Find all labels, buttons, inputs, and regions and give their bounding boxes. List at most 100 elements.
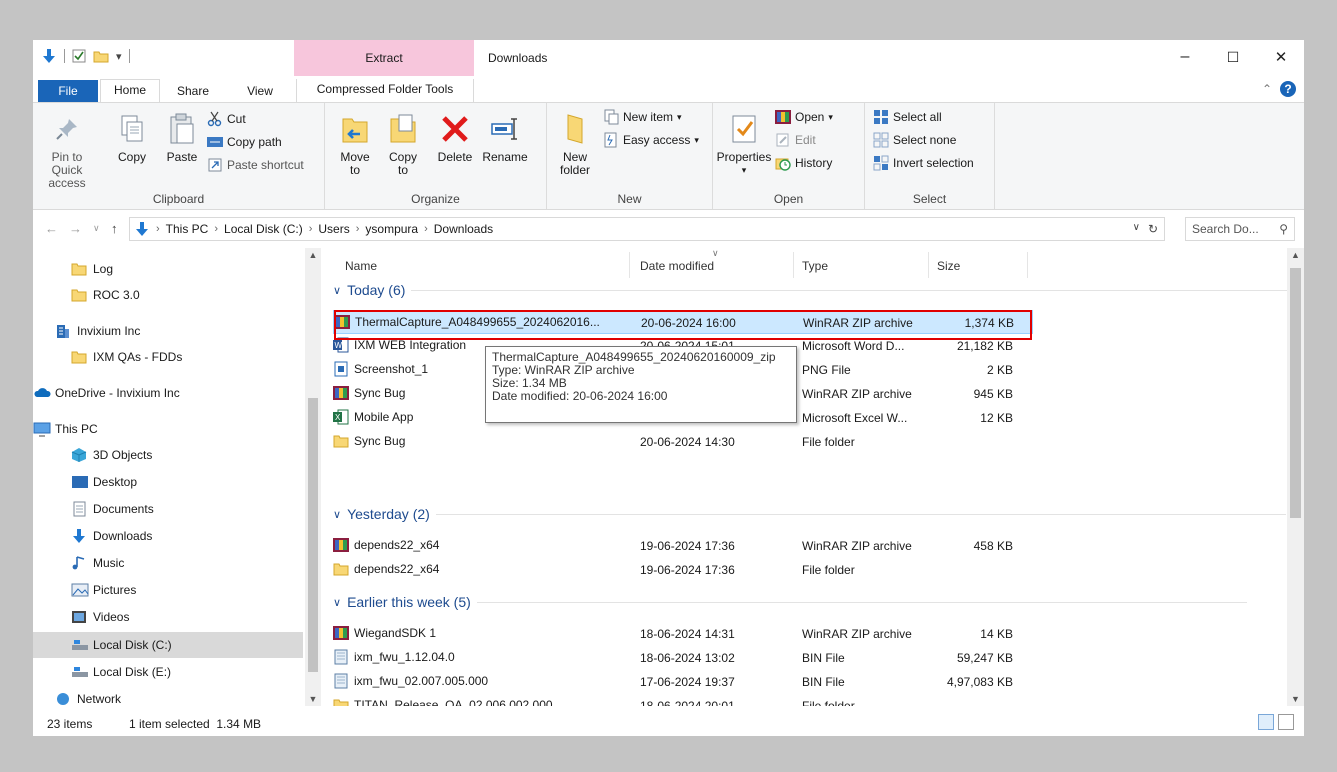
scroll-down-icon[interactable]: ▼ xyxy=(305,694,321,704)
nav-item-local-disk-c[interactable]: Local Disk (C:) xyxy=(33,632,303,658)
edit-button[interactable]: Edit xyxy=(775,132,816,148)
column-type[interactable]: Type xyxy=(802,259,828,273)
file-row[interactable]: Sync Bug 20-06-2024 14:30 File folder xyxy=(333,430,1033,454)
paste-button[interactable]: Paste xyxy=(163,111,201,164)
select-none-button[interactable]: Select none xyxy=(873,132,956,148)
column-name[interactable]: Name xyxy=(345,259,377,273)
nav-item-downloads[interactable]: Downloads xyxy=(33,523,303,549)
delete-x-icon xyxy=(437,111,473,147)
open-chevron-icon: ▾ xyxy=(828,111,833,122)
new-folder-button[interactable]: New folder xyxy=(557,111,593,177)
nav-item-invixium-inc[interactable]: Invixium Inc xyxy=(33,318,303,344)
breadcrumb-users[interactable]: Users xyxy=(318,222,349,236)
scroll-up-icon[interactable]: ▲ xyxy=(1287,250,1304,260)
large-icons-view-button[interactable] xyxy=(1278,714,1294,730)
minimize-button[interactable]: – xyxy=(1171,46,1199,68)
maximize-button[interactable]: ☐ xyxy=(1219,46,1247,68)
group-header[interactable]: ∨ Earlier this week (5) xyxy=(333,594,1247,610)
qat-dropdown-icon[interactable]: ▾ xyxy=(116,50,122,63)
new-item-chevron-icon: ▾ xyxy=(677,111,682,122)
group-header[interactable]: ∨ Yesterday (2) xyxy=(333,506,1286,522)
column-date-modified[interactable]: Date modified xyxy=(640,259,714,273)
column-size[interactable]: Size xyxy=(937,259,960,273)
nav-item-desktop[interactable]: Desktop xyxy=(33,469,303,495)
properties-label: Properties xyxy=(716,150,772,164)
breadcrumb-this-pc[interactable]: This PC xyxy=(166,222,209,236)
move-to-button[interactable]: Move to xyxy=(337,111,373,177)
up-arrow-icon[interactable]: ↑ xyxy=(111,221,118,236)
new-folder-qat-icon[interactable] xyxy=(93,49,109,63)
nav-pane-scroll-thumb[interactable] xyxy=(308,398,318,672)
file-type: PNG File xyxy=(802,363,851,377)
nav-item-pictures[interactable]: Pictures xyxy=(33,577,303,603)
group-header[interactable]: ∨ Today (6) xyxy=(333,282,1292,298)
nav-item-onedrive-invixium-inc[interactable]: OneDrive - Invixium Inc xyxy=(33,380,303,406)
nav-item-music[interactable]: Music xyxy=(33,550,303,576)
forward-arrow-icon[interactable]: → xyxy=(69,221,82,236)
checkbox-icon[interactable] xyxy=(72,49,86,63)
nav-item-roc-3-0[interactable]: ROC 3.0 xyxy=(33,282,303,308)
file-row[interactable]: ixm_fwu_1.12.04.0 18-06-2024 13:02 BIN Fil… xyxy=(333,646,1033,670)
address-bar[interactable]: › This PC › Local Disk (C:) › Users › ys… xyxy=(129,217,1165,241)
file-row[interactable]: WiegandSDK 1 18-06-2024 14:31 WinRAR ZIP a… xyxy=(333,622,1033,646)
help-icon[interactable]: ? xyxy=(1280,81,1296,97)
tab-home[interactable]: Home xyxy=(100,79,160,102)
copy-to-button[interactable]: Copy to xyxy=(385,111,421,177)
collapse-ribbon-icon[interactable]: ⌃ xyxy=(1262,82,1272,96)
file-list-scrollbar[interactable]: ▲ ▼ xyxy=(1287,248,1304,706)
details-view-button[interactable] xyxy=(1258,714,1274,730)
tab-file[interactable]: File xyxy=(38,80,98,102)
breadcrumb-downloads[interactable]: Downloads xyxy=(434,222,493,236)
nav-item-videos[interactable]: Videos xyxy=(33,604,303,630)
easy-access-chevron-icon: ▾ xyxy=(694,134,699,145)
history-button[interactable]: History xyxy=(775,155,832,171)
folder-icon xyxy=(333,697,349,706)
properties-button[interactable]: Properties ▾ xyxy=(716,111,772,177)
nav-pane-scrollbar[interactable]: ▲ ▼ xyxy=(305,248,321,706)
breadcrumb-ysompura[interactable]: ysompura xyxy=(365,222,418,236)
nav-item-3d-objects[interactable]: 3D Objects xyxy=(33,442,303,468)
invert-selection-button[interactable]: Invert selection xyxy=(873,155,974,171)
close-button[interactable]: ✕ xyxy=(1267,46,1295,68)
copy-button[interactable]: Copy xyxy=(115,111,149,164)
rename-button[interactable]: Rename xyxy=(481,111,529,164)
file-row[interactable]: depends22_x64 19-06-2024 17:36 File folder xyxy=(333,558,1033,582)
new-group-label: New xyxy=(617,192,642,206)
tab-share[interactable]: Share xyxy=(171,81,215,101)
new-item-button[interactable]: New item ▾ xyxy=(603,109,682,125)
nav-item-this-pc[interactable]: This PC xyxy=(33,416,303,442)
file-row[interactable]: depends22_x64 19-06-2024 17:36 WinRAR ZIP … xyxy=(333,534,1033,558)
copy-path-button[interactable]: Copy path xyxy=(207,134,282,150)
nav-item-network[interactable]: Network xyxy=(33,686,303,706)
easy-access-button[interactable]: Easy access ▾ xyxy=(603,132,699,148)
nav-item-local-disk-e[interactable]: Local Disk (E:) xyxy=(33,659,303,685)
file-row[interactable]: TITAN_Release_QA_02.006.002.000 18-06-202… xyxy=(333,694,1033,706)
pin-to-quick-access-button[interactable]: Pin to Quick access xyxy=(41,111,93,190)
nav-item-ixm-qas-fdds[interactable]: IXM QAs - FDDs xyxy=(33,344,303,370)
back-arrow-icon[interactable]: ← xyxy=(45,221,58,236)
quick-access-toolbar: ▾ xyxy=(41,48,130,64)
delete-button[interactable]: Delete xyxy=(433,111,477,164)
properties-chevron-icon: ▾ xyxy=(741,165,747,175)
scroll-down-icon[interactable]: ▼ xyxy=(1287,694,1304,704)
file-row[interactable]: ixm_fwu_02.007.005.000 17-06-2024 19:37 BI… xyxy=(333,670,1033,694)
file-size: 59,247 KB xyxy=(956,651,1013,665)
open-button[interactable]: Open ▾ xyxy=(775,109,833,125)
group-divider xyxy=(435,513,1286,515)
file-date: 18-06-2024 13:02 xyxy=(640,651,735,665)
breadcrumb-local-disk-c[interactable]: Local Disk (C:) xyxy=(224,222,303,236)
search-input[interactable]: Search Do... ⚲ xyxy=(1185,217,1295,241)
properties-down-arrow-icon[interactable] xyxy=(41,48,57,64)
nav-item-documents[interactable]: Documents xyxy=(33,496,303,522)
select-all-button[interactable]: Select all xyxy=(873,109,942,125)
file-list-scroll-thumb[interactable] xyxy=(1290,268,1301,518)
tab-compressed-folder-tools[interactable]: Compressed Folder Tools xyxy=(296,79,474,102)
scroll-up-icon[interactable]: ▲ xyxy=(305,250,321,260)
address-dropdown-icon[interactable]: ∨ xyxy=(1133,222,1140,236)
refresh-icon[interactable]: ↻ xyxy=(1148,222,1158,236)
paste-shortcut-button[interactable]: Paste shortcut xyxy=(207,157,304,173)
tab-view[interactable]: View xyxy=(240,81,280,101)
cut-button[interactable]: Cut xyxy=(207,111,246,127)
recent-locations-chevron-icon[interactable]: ∨ xyxy=(93,223,100,234)
nav-item-log[interactable]: Log xyxy=(33,256,303,282)
